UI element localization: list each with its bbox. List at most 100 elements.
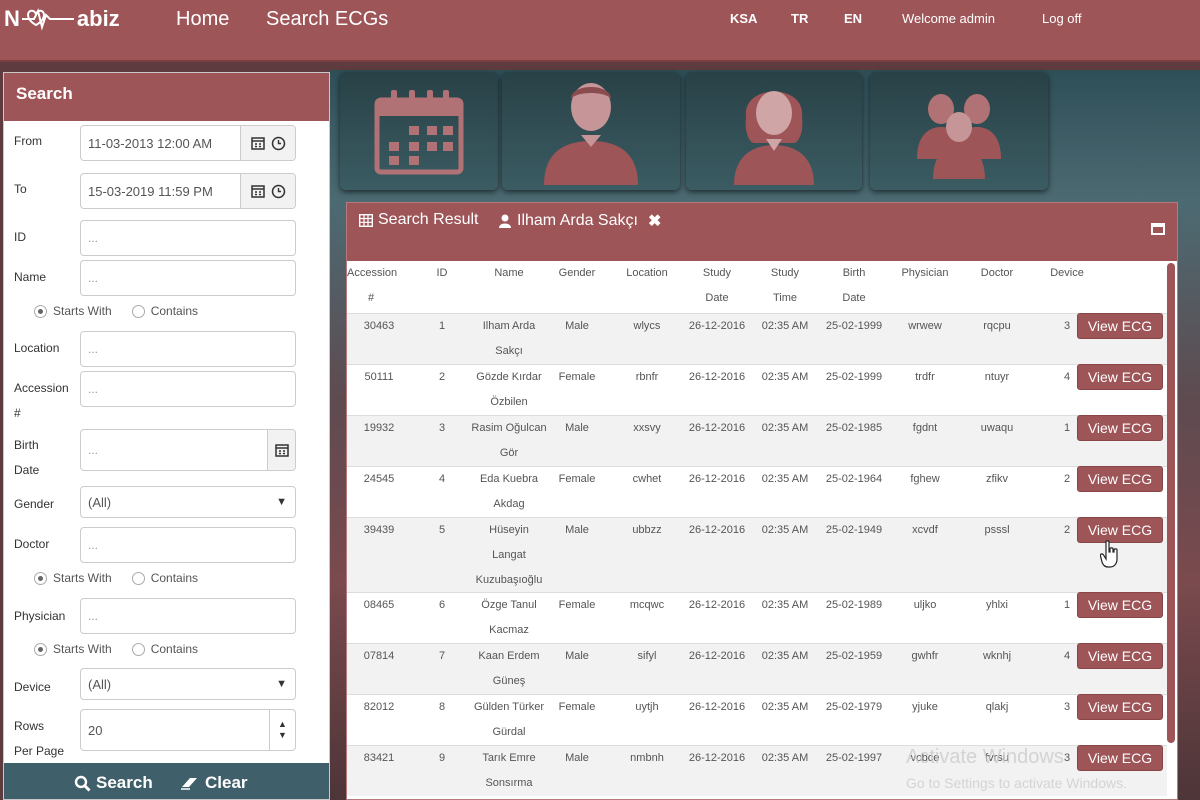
view-ecg-button[interactable]: View ECG bbox=[1077, 643, 1163, 669]
physician-starts-with-radio[interactable] bbox=[34, 642, 47, 656]
doctor-contains-radio[interactable] bbox=[131, 571, 145, 585]
birth-date-field[interactable]: ... bbox=[80, 429, 296, 471]
cell-acc: 50111 bbox=[364, 371, 394, 383]
eraser-icon bbox=[181, 777, 197, 790]
cell-stime: 02:35 AM bbox=[761, 599, 809, 611]
clock-icon[interactable] bbox=[271, 136, 286, 151]
spinner-up-icon[interactable]: ▲ bbox=[278, 719, 287, 730]
view-ecg-button[interactable]: View ECG bbox=[1077, 313, 1163, 339]
id-input[interactable]: ... bbox=[80, 220, 296, 256]
spinner-down-icon[interactable]: ▼ bbox=[278, 730, 287, 741]
calendar-icon[interactable] bbox=[250, 184, 265, 198]
doctor-input[interactable]: ... bbox=[80, 527, 296, 563]
birth-date-input: ... bbox=[88, 443, 99, 457]
physician-contains-radio[interactable] bbox=[131, 642, 145, 656]
cell-loc: uytjh bbox=[635, 701, 659, 713]
doctor-starts-with-radio[interactable] bbox=[34, 571, 47, 585]
nav-home-link[interactable]: Home bbox=[176, 8, 229, 31]
table-row: 24545 4 Female cwhet 26-12-2016 02:35 AM 25-02… bbox=[347, 466, 1167, 517]
physician-input[interactable]: ... bbox=[80, 598, 296, 634]
view-ecg-button[interactable]: View ECG bbox=[1077, 694, 1163, 720]
cell-gender: Male bbox=[565, 650, 589, 662]
device-select[interactable]: (All) ▼ bbox=[80, 668, 296, 700]
activation-watermark-text: Go to Settings to activate Windows. bbox=[906, 775, 1127, 791]
col-study-date: Study bbox=[702, 267, 732, 279]
search-result-panel: Search Result Ilham Arda Sakçı ✖ Accessi… bbox=[346, 202, 1178, 800]
cell-id: 1 bbox=[438, 320, 446, 332]
col-birth-date-2: Date bbox=[842, 292, 866, 304]
gender-label: Gender bbox=[14, 497, 55, 511]
cell-bdate: 25-02-1949 bbox=[825, 524, 883, 536]
table-icon bbox=[359, 213, 373, 227]
col-name: Name bbox=[494, 267, 524, 279]
nav-search-ecgs-link[interactable]: Search ECGs bbox=[266, 8, 388, 31]
clear-button-label: Clear bbox=[205, 773, 248, 792]
cell-name: Özbilen bbox=[490, 396, 528, 408]
lang-en-link[interactable]: EN bbox=[844, 11, 862, 26]
lang-ksa-link[interactable]: KSA bbox=[730, 11, 757, 26]
doctor-label: Doctor bbox=[14, 537, 50, 551]
cell-name: Kaan Erdem bbox=[478, 650, 540, 662]
to-date-addon bbox=[240, 174, 295, 208]
view-ecg-button[interactable]: View ECG bbox=[1077, 517, 1163, 543]
cell-name: Sonsırma bbox=[485, 777, 533, 789]
cell-phys: wrwew bbox=[908, 320, 942, 332]
to-label: To bbox=[14, 182, 27, 196]
view-ecg-button[interactable]: View ECG bbox=[1077, 364, 1163, 390]
calendar-icon[interactable] bbox=[274, 443, 289, 457]
cell-name: Gör bbox=[499, 447, 519, 459]
cell-stime: 02:35 AM bbox=[761, 473, 809, 485]
col-id: ID bbox=[436, 267, 448, 279]
calendar-tile[interactable] bbox=[340, 72, 498, 190]
clock-icon[interactable] bbox=[271, 184, 286, 199]
lang-tr-link[interactable]: TR bbox=[791, 11, 808, 26]
search-button[interactable]: Search bbox=[74, 773, 153, 793]
name-starts-with-radio[interactable] bbox=[34, 304, 47, 318]
gender-select[interactable]: (All) ▼ bbox=[80, 486, 296, 518]
doctor-match-options: Starts With Contains bbox=[34, 571, 198, 585]
cell-bdate: 25-02-1959 bbox=[825, 650, 883, 662]
male-patient-tile[interactable] bbox=[502, 72, 680, 190]
close-icon[interactable]: ✖ bbox=[648, 211, 661, 231]
cell-doc: yhlxi bbox=[985, 599, 1008, 611]
patient-tab[interactable]: Ilham Arda Sakçı ✖ bbox=[499, 211, 661, 231]
accession-input[interactable]: ... bbox=[80, 371, 296, 407]
cell-bdate: 25-02-1999 bbox=[825, 371, 883, 383]
sidebar-footer: Search Clear bbox=[4, 763, 329, 799]
name-contains-radio[interactable] bbox=[131, 304, 145, 318]
cell-loc: ubbzz bbox=[632, 524, 662, 536]
location-input[interactable]: ... bbox=[80, 331, 296, 367]
female-patient-tile[interactable] bbox=[686, 72, 862, 190]
to-date-field[interactable]: 15-03-2019 11:59 PM bbox=[80, 173, 296, 209]
view-ecg-button[interactable]: View ECG bbox=[1077, 415, 1163, 441]
group-patients-tile[interactable] bbox=[870, 72, 1048, 190]
from-date-field[interactable]: 11-03-2013 12:00 AM bbox=[80, 125, 296, 161]
view-ecg-button[interactable]: View ECG bbox=[1077, 592, 1163, 618]
cell-gender: Female bbox=[558, 599, 596, 611]
maximize-icon[interactable] bbox=[1151, 223, 1165, 235]
rows-per-page-input[interactable]: 20 ▲ ▼ bbox=[80, 709, 296, 751]
app-logo[interactable]: N abiz bbox=[4, 4, 120, 34]
logoff-link[interactable]: Log off bbox=[1042, 11, 1082, 26]
cell-stime: 02:35 AM bbox=[761, 320, 809, 332]
table-scrollbar[interactable] bbox=[1167, 263, 1175, 743]
male-user-icon bbox=[544, 83, 638, 185]
number-spinner[interactable]: ▲ ▼ bbox=[269, 710, 295, 750]
calendar-icon[interactable] bbox=[250, 136, 265, 150]
welcome-text: Welcome admin bbox=[902, 11, 995, 26]
name-input[interactable]: ... bbox=[80, 260, 296, 296]
cell-name: Gürdal bbox=[492, 726, 526, 738]
cell-gender: Female bbox=[558, 701, 596, 713]
view-ecg-button[interactable]: View ECG bbox=[1077, 466, 1163, 492]
table-row: 50111 2 Female rbnfr 26-12-2016 02:35 AM 25-02… bbox=[347, 364, 1167, 415]
cell-name: Akdag bbox=[493, 498, 525, 510]
cell-acc: 07814 bbox=[363, 650, 395, 662]
to-date-value: 15-03-2019 11:59 PM bbox=[88, 183, 213, 199]
rows-per-page-label-2: Per Page bbox=[14, 744, 65, 758]
cell-loc: nmbnh bbox=[630, 752, 664, 764]
starts-with-label: Starts With bbox=[53, 571, 112, 585]
view-ecg-button[interactable]: View ECG bbox=[1077, 745, 1163, 771]
clear-button[interactable]: Clear bbox=[180, 773, 248, 793]
cell-sdate: 26-12-2016 bbox=[688, 371, 746, 383]
device-select-value: (All) bbox=[88, 676, 112, 692]
